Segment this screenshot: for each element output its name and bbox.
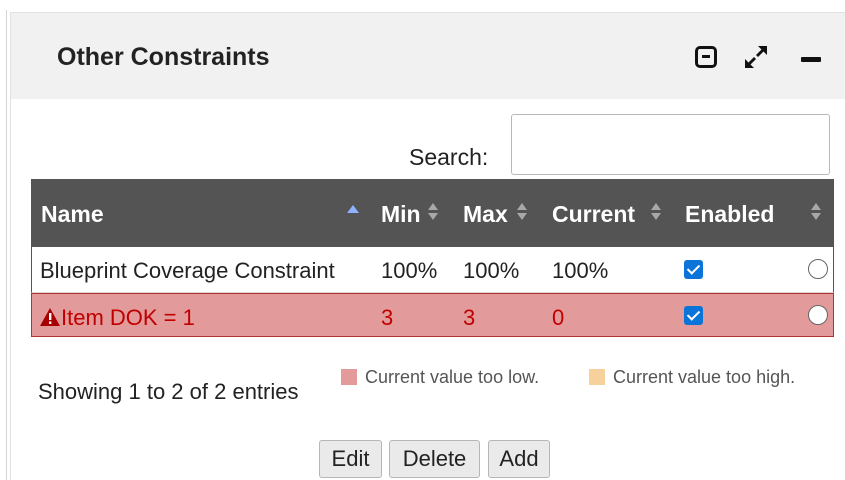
delete-button[interactable]: Delete — [389, 440, 480, 478]
table-row-warning[interactable]: Item DOK = 1 3 3 0 — [31, 293, 834, 337]
column-header-name[interactable]: Name — [41, 201, 104, 228]
other-constraints-panel: Other Constraints Search: Name Min Max C… — [10, 12, 845, 480]
cell-name: Blueprint Coverage Constraint — [40, 258, 335, 283]
constraints-table: Name Min Max Current Enabled Blueprint C… — [31, 179, 834, 337]
column-header-current[interactable]: Current — [552, 201, 635, 228]
cell-current: 100% — [552, 258, 609, 283]
table-row[interactable]: Blueprint Coverage Constraint 100% 100% … — [31, 247, 834, 293]
sort-icon — [517, 203, 527, 221]
cell-max: 3 — [463, 305, 476, 330]
legend-too-high: Current value too high. — [589, 366, 809, 389]
minimize-icon[interactable] — [801, 57, 821, 62]
legend-swatch-high — [589, 369, 605, 385]
expand-icon[interactable] — [742, 43, 770, 71]
cell-name: Item DOK = 1 — [40, 305, 195, 331]
edit-button[interactable]: Edit — [319, 440, 382, 478]
column-header-max[interactable]: Max — [463, 201, 508, 228]
window-icon[interactable] — [695, 46, 717, 68]
cell-name-text: Item DOK = 1 — [61, 305, 195, 330]
sort-ascending-icon — [347, 205, 359, 213]
sort-icon — [651, 203, 661, 221]
legend-label-high: Current value too high. — [613, 367, 796, 387]
legend-label-low: Current value too low. — [365, 367, 540, 387]
table-info: Showing 1 to 2 of 2 entries — [38, 379, 299, 404]
panel-title: Other Constraints — [57, 43, 270, 71]
row-select-radio[interactable] — [808, 259, 828, 279]
search-input[interactable] — [511, 114, 830, 175]
panel-header: Other Constraints — [11, 13, 845, 99]
left-border — [6, 10, 7, 480]
cell-min: 3 — [381, 305, 394, 330]
sort-icon — [428, 203, 438, 221]
cell-current: 0 — [552, 305, 565, 330]
enabled-checkbox[interactable] — [684, 260, 703, 279]
legend-swatch-low — [341, 369, 357, 385]
legend-too-low: Current value too low. — [341, 366, 561, 389]
cell-min: 100% — [381, 258, 438, 283]
search-label: Search: — [409, 144, 489, 170]
table-header: Name Min Max Current Enabled — [31, 179, 834, 247]
sort-icon — [811, 203, 821, 221]
add-button[interactable]: Add — [488, 440, 550, 478]
enabled-checkbox[interactable] — [684, 306, 703, 325]
window-top-strip — [0, 0, 845, 10]
row-select-radio[interactable] — [808, 305, 828, 325]
column-header-enabled[interactable]: Enabled — [685, 201, 774, 228]
warning-icon — [40, 308, 60, 326]
column-header-min[interactable]: Min — [381, 201, 421, 228]
cell-max: 100% — [463, 258, 520, 283]
